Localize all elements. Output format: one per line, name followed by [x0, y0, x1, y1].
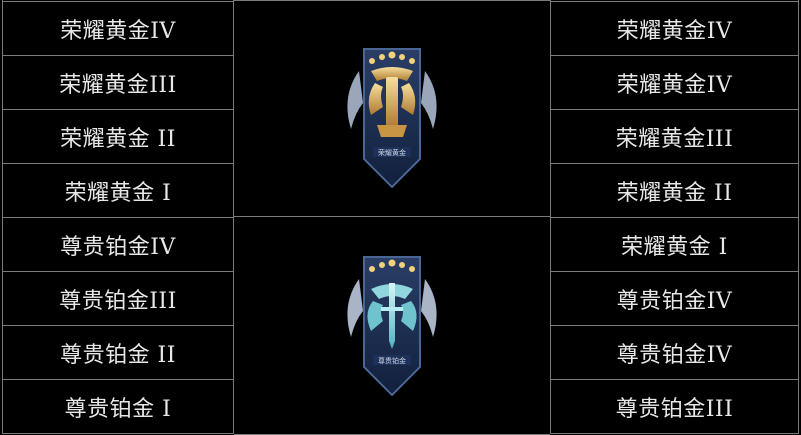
left-rank-cell: 尊贵铂金 II — [2, 326, 234, 380]
left-rank-cell: 荣耀黄金 I — [2, 164, 234, 218]
left-rank-cell: 荣耀黄金III — [2, 56, 234, 110]
right-rank-cell: 荣耀黄金 I — [550, 218, 799, 272]
svg-text:尊贵铂金: 尊贵铂金 — [378, 356, 406, 365]
gold-rank-badge-icon: 荣耀黄金 — [347, 48, 437, 189]
right-rank-cell: 尊贵铂金III — [550, 380, 799, 434]
left-rank-column: 荣耀黄金IV 荣耀黄金III 荣耀黄金 II 荣耀黄金 I 尊贵铂金IV 尊贵铂金III 尊… — [2, 0, 234, 434]
gold-badge-cell: 荣耀黄金 — [234, 0, 550, 217]
right-rank-cell: 荣耀黄金 II — [550, 164, 799, 218]
svg-text:荣耀黄金: 荣耀黄金 — [378, 148, 406, 157]
platinum-badge-cell: 尊贵铂金 — [234, 217, 550, 435]
left-rank-cell: 尊贵铂金IV — [2, 218, 234, 272]
platinum-rank-badge-icon: 尊贵铂金 — [347, 256, 437, 397]
left-rank-cell: 尊贵铂金III — [2, 272, 234, 326]
right-rank-cell: 尊贵铂金IV — [550, 326, 799, 380]
right-rank-cell: 荣耀黄金III — [550, 110, 799, 164]
left-rank-cell: 荣耀黄金 II — [2, 110, 234, 164]
left-rank-cell: 尊贵铂金 I — [2, 380, 234, 434]
left-rank-cell: 荣耀黄金IV — [2, 2, 234, 56]
center-badge-column: 荣耀黄金 尊贵铂金 — [234, 0, 550, 435]
right-rank-cell: 尊贵铂金IV — [550, 272, 799, 326]
rank-comparison-table: 荣耀黄金IV 荣耀黄金III 荣耀黄金 II 荣耀黄金 I 尊贵铂金IV 尊贵铂金III 尊… — [0, 0, 801, 435]
right-rank-cell: 荣耀黄金IV — [550, 2, 799, 56]
right-rank-column: 荣耀黄金IV 荣耀黄金IV 荣耀黄金III 荣耀黄金 II 荣耀黄金 I 尊贵铂金IV 尊贵… — [550, 0, 799, 434]
right-rank-cell: 荣耀黄金IV — [550, 56, 799, 110]
